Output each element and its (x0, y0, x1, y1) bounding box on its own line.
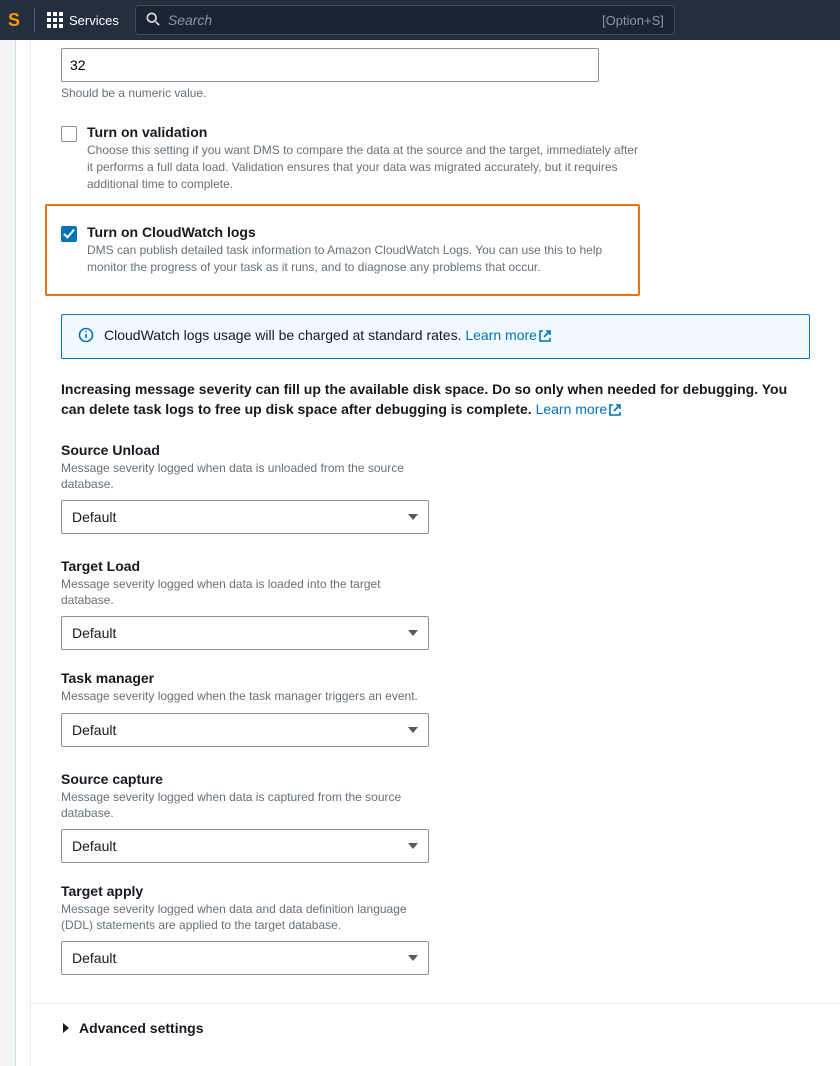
target-apply-value: Default (72, 950, 116, 966)
info-learn-more-link[interactable]: Learn more (465, 327, 551, 343)
source-capture-select[interactable]: Default (61, 829, 429, 863)
content: Should be a numeric value. Turn on valid… (16, 40, 840, 1066)
source-capture-field: Source capture Message severity logged w… (61, 771, 429, 863)
selects-grid: Source Unload Message severity logged wh… (61, 442, 810, 651)
validation-row: Turn on validation Choose this setting i… (61, 124, 810, 192)
target-load-label: Target Load (61, 558, 429, 574)
info-text: CloudWatch logs usage will be charged at… (104, 327, 551, 345)
chevron-down-icon (408, 950, 418, 966)
task-manager-field: Task manager Message severity logged whe… (61, 670, 429, 746)
search-input[interactable] (168, 12, 594, 28)
page-body: Should be a numeric value. Turn on valid… (0, 40, 840, 1066)
services-grid-icon (47, 12, 63, 28)
aws-logo[interactable]: S (8, 10, 22, 31)
task-manager-value: Default (72, 722, 116, 738)
search-container: [Option+S] (135, 5, 675, 35)
chevron-down-icon (408, 625, 418, 641)
caret-right-icon (61, 1020, 71, 1036)
settings-panel: Should be a numeric value. Turn on valid… (30, 40, 840, 1066)
top-nav: S Services [Option+S] (0, 0, 840, 40)
validation-checkbox[interactable] (61, 126, 77, 142)
task-manager-desc: Message severity logged when the task ma… (61, 688, 429, 704)
info-text-body: CloudWatch logs usage will be charged at… (104, 327, 465, 343)
info-banner: CloudWatch logs usage will be charged at… (61, 314, 810, 359)
target-apply-desc: Message severity logged when data and da… (61, 901, 429, 933)
severity-learn-more-link[interactable]: Learn more (536, 401, 622, 417)
source-unload-select[interactable]: Default (61, 500, 429, 534)
cloudwatch-row: Turn on CloudWatch logs DMS can publish … (45, 204, 640, 296)
nav-divider (34, 8, 35, 32)
search-box[interactable]: [Option+S] (135, 5, 675, 35)
validation-label: Turn on validation (87, 124, 647, 140)
info-link-label: Learn more (465, 327, 537, 343)
external-link-icon (609, 401, 621, 421)
target-load-select[interactable]: Default (61, 616, 429, 650)
source-capture-desc: Message severity logged when data is cap… (61, 789, 429, 821)
search-icon (146, 12, 160, 29)
target-apply-select[interactable]: Default (61, 941, 429, 975)
source-unload-label: Source Unload (61, 442, 429, 458)
severity-link-label: Learn more (536, 401, 608, 417)
numeric-input[interactable] (61, 48, 599, 82)
source-capture-label: Source capture (61, 771, 429, 787)
advanced-settings-label: Advanced settings (79, 1020, 203, 1036)
source-unload-desc: Message severity logged when data is unl… (61, 460, 429, 492)
target-apply-label: Target apply (61, 883, 429, 899)
cloudwatch-checkbox[interactable] (61, 226, 77, 242)
chevron-down-icon (408, 722, 418, 738)
target-load-value: Default (72, 625, 116, 641)
advanced-settings-toggle[interactable]: Advanced settings (61, 1004, 810, 1036)
target-apply-field: Target apply Message severity logged whe… (61, 883, 429, 975)
target-load-field: Target Load Message severity logged when… (61, 558, 429, 650)
cloudwatch-desc: DMS can publish detailed task informatio… (87, 242, 607, 276)
left-rail[interactable] (0, 40, 16, 1066)
validation-desc: Choose this setting if you want DMS to c… (87, 142, 647, 192)
services-menu[interactable]: Services (47, 12, 119, 28)
task-manager-select[interactable]: Default (61, 713, 429, 747)
source-unload-field: Source Unload Message severity logged wh… (61, 442, 429, 534)
info-icon (78, 327, 94, 346)
severity-paragraph: Increasing message severity can fill up … (61, 379, 810, 422)
cloudwatch-label: Turn on CloudWatch logs (87, 224, 607, 240)
source-capture-value: Default (72, 838, 116, 854)
external-link-icon (539, 329, 551, 345)
source-unload-value: Default (72, 509, 116, 525)
numeric-hint: Should be a numeric value. (61, 86, 810, 100)
services-label: Services (69, 13, 119, 28)
severity-text: Increasing message severity can fill up … (61, 381, 787, 417)
task-manager-label: Task manager (61, 670, 429, 686)
selects-grid-2: Task manager Message severity logged whe… (61, 670, 810, 863)
selects-grid-3: Target apply Message severity logged whe… (61, 883, 810, 975)
chevron-down-icon (408, 838, 418, 854)
target-load-desc: Message severity logged when data is loa… (61, 576, 429, 608)
search-shortcut: [Option+S] (602, 13, 664, 28)
chevron-down-icon (408, 509, 418, 525)
